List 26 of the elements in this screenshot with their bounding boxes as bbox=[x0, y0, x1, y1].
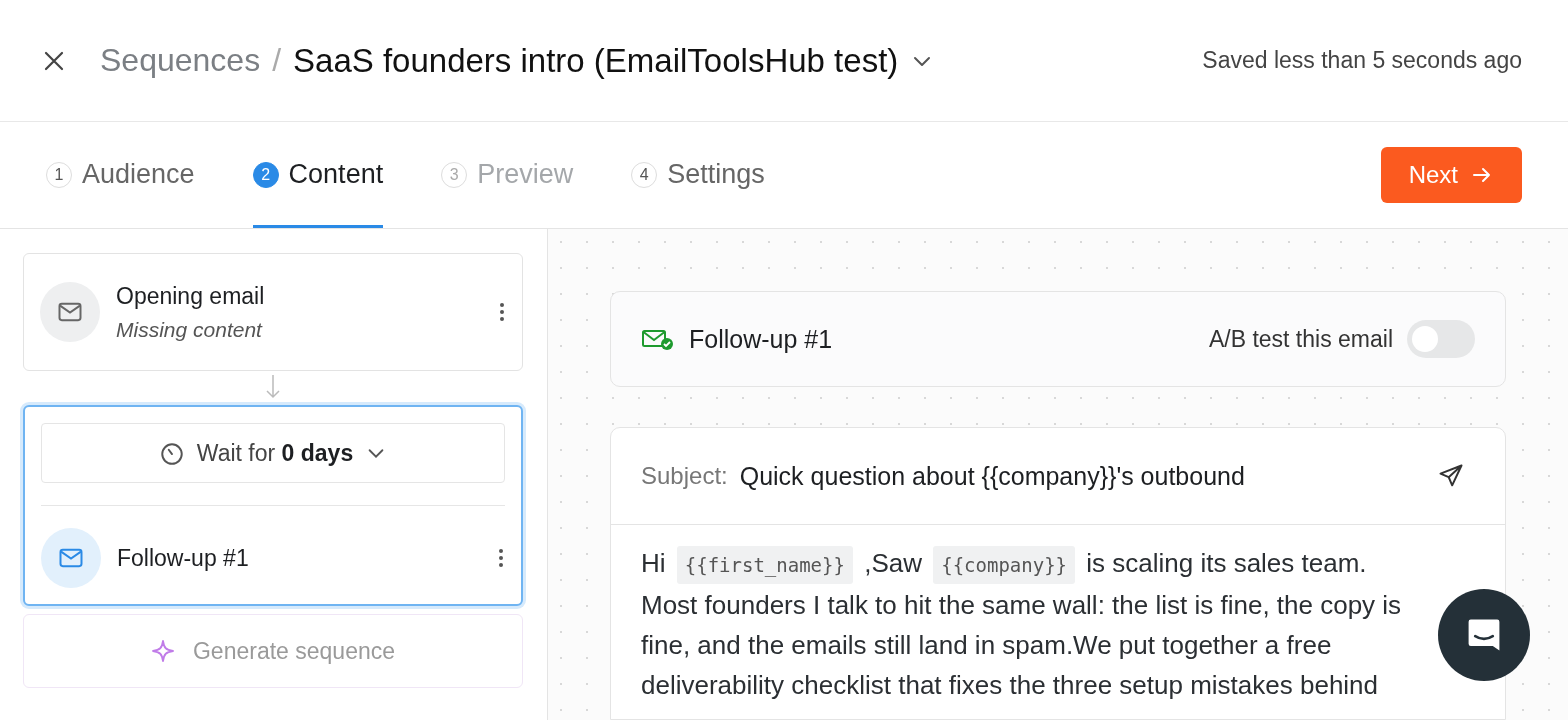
subject-field[interactable]: Quick question about {{company}}'s outbound bbox=[739, 461, 1245, 491]
timer-icon bbox=[158, 440, 185, 466]
step-card[interactable]: Wait for 0 days Follow-up #1 bbox=[23, 405, 523, 606]
more-options-icon[interactable] bbox=[498, 300, 506, 324]
more-options-icon[interactable] bbox=[497, 546, 505, 570]
wait-dropdown[interactable]: Wait for 0 days bbox=[41, 423, 505, 483]
step-tab[interactable]: 4 Settings bbox=[631, 122, 765, 228]
ab-test-label: A/B test this email bbox=[1208, 325, 1393, 353]
step-title: Opening email bbox=[116, 282, 266, 310]
step-status: Missing content bbox=[116, 317, 264, 342]
subject-label: Subject: bbox=[641, 462, 728, 490]
sparkle-icon bbox=[150, 639, 175, 663]
step-card[interactable]: Opening email Missing content bbox=[23, 253, 523, 371]
email-body-text[interactable]: Hi {{first_name}} ,Saw {{company}} is scaling its sales team. Most founders I talk to hit the same wall: the list is fine, the copy is fine, and the emails still land in spam.We put together a free deliverability checklist that fixes the three setup mistakes behind bbox=[611, 525, 1416, 705]
breadcrumb-link[interactable]: Sequences bbox=[100, 42, 261, 79]
email-title: Follow-up #1 bbox=[689, 324, 833, 354]
envelope-icon bbox=[41, 528, 101, 588]
step-title: Follow-up #1 bbox=[117, 544, 250, 572]
breadcrumb-separator: / bbox=[272, 42, 281, 79]
step-tab[interactable]: 1 Audience bbox=[46, 122, 195, 228]
save-status: Saved less than 5 seconds ago bbox=[1202, 47, 1522, 74]
sequence-title: SaaS founders intro (EmailToolsHub test) bbox=[293, 41, 899, 80]
step-tab[interactable]: 2 Content bbox=[252, 122, 384, 228]
connector-arrow bbox=[263, 373, 283, 401]
ab-test-toggle[interactable] bbox=[1407, 320, 1475, 358]
envelope-check-icon bbox=[641, 327, 675, 351]
